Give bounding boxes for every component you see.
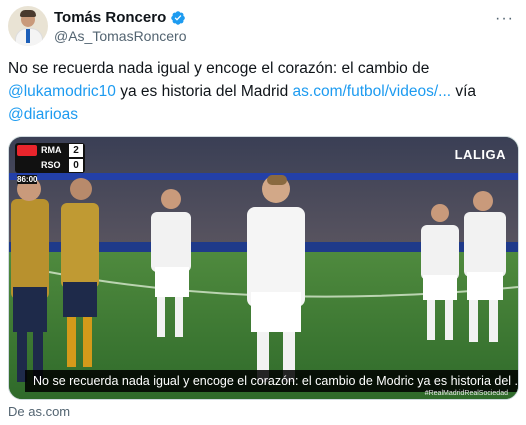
avatar-tie xyxy=(26,29,30,43)
tweet-text-part: ya es historia del Madrid xyxy=(115,83,293,100)
scoreboard: RMA 2 86:00 RSO 0 xyxy=(15,143,85,184)
home-team: RMA xyxy=(41,145,62,155)
laliga-badge-icon xyxy=(17,145,37,156)
video-caption: No se recuerda nada igual y encoge el co… xyxy=(25,370,518,392)
mention-link[interactable]: @lukamodric10 xyxy=(8,83,116,100)
via-mention-link[interactable]: @diarioas xyxy=(8,106,78,123)
verified-badge-icon xyxy=(171,10,186,25)
card-source[interactable]: De as.com xyxy=(8,404,70,419)
author-handle[interactable]: @As_TomasRoncero xyxy=(54,28,187,44)
tweet-text: No se recuerda nada igual y encoge el co… xyxy=(8,57,513,126)
video-frame xyxy=(9,137,518,399)
avatar-hair xyxy=(20,10,36,17)
away-score: 0 xyxy=(69,159,83,172)
more-options-button[interactable]: ··· xyxy=(495,10,514,28)
author-name[interactable]: Tomás Roncero xyxy=(54,9,166,26)
broadcaster-logo: LALIGA xyxy=(454,147,506,162)
score-row-away: 86:00 RSO 0 xyxy=(15,158,85,184)
match-clock: 86:00 xyxy=(17,175,38,184)
away-team: RSO xyxy=(41,160,61,170)
url-link[interactable]: as.com/futbol/videos/... xyxy=(293,83,452,100)
video-hashtag: #RealMadridRealSociedad xyxy=(424,390,508,397)
tweet-text-part: No se recuerda nada igual y encoge el co… xyxy=(8,60,430,77)
home-score: 2 xyxy=(69,144,83,157)
tweet-header: Tomás Roncero @As_TomasRoncero ··· xyxy=(8,6,518,50)
score-row-home: RMA 2 xyxy=(15,143,85,158)
avatar[interactable] xyxy=(8,6,48,46)
tweet-text-part: vía xyxy=(451,83,477,100)
author-line: Tomás Roncero xyxy=(54,9,186,26)
video-player[interactable]: RMA 2 86:00 RSO 0 LALIGA No se recuerda … xyxy=(8,136,519,400)
